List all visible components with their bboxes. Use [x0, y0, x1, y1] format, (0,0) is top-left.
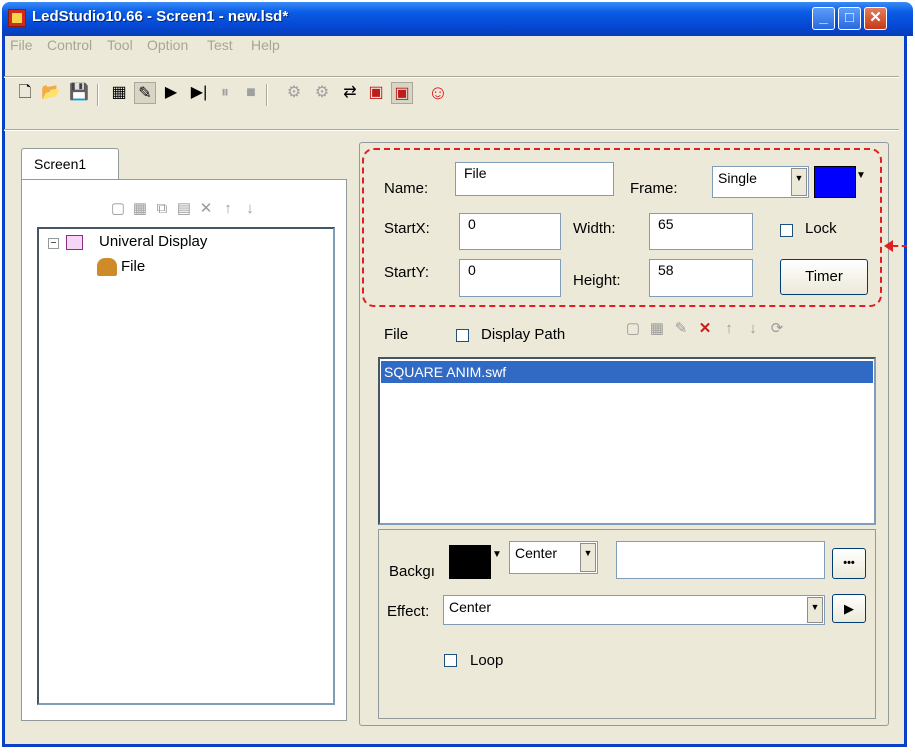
startx-field[interactable]: 0 [459, 213, 561, 250]
toolbar-separator [266, 84, 268, 106]
add-item-icon[interactable]: ▦ [645, 319, 669, 337]
frame-color-picker[interactable] [814, 166, 856, 198]
align-value: Center [515, 545, 558, 561]
effect-label: Effect: [387, 603, 430, 620]
chevron-down-icon[interactable]: ▼ [791, 168, 807, 196]
file-section-label: File [384, 326, 409, 343]
chevron-down-icon[interactable]: ▼ [580, 543, 596, 572]
timer-button[interactable]: Timer [780, 259, 868, 295]
effect-select[interactable]: Center ▼ [443, 595, 825, 625]
name-label: Name: [384, 180, 429, 197]
smiley-icon[interactable]: ☺ [427, 82, 449, 104]
delete-icon[interactable]: ✕ [693, 319, 717, 337]
menu-tool[interactable]: Tool [107, 37, 133, 53]
new-item-icon[interactable]: ▢ [107, 199, 129, 217]
tree-item-file-label: File [121, 258, 146, 275]
toolbar-separator [97, 84, 99, 106]
menu-test[interactable]: Test [207, 37, 233, 53]
loop-checkbox[interactable] [444, 654, 457, 667]
align-select[interactable]: Center ▼ [509, 541, 598, 574]
chevron-down-icon[interactable]: ▼ [492, 549, 502, 560]
background-label: Backgı [389, 563, 435, 580]
menu-option[interactable]: Option [147, 37, 188, 53]
display-path-checkbox[interactable] [456, 329, 469, 342]
new-file-icon[interactable]: 🗋 [14, 82, 36, 104]
title-bar: LedStudio10.66 - Screen1 - new.lsd* _ □ … [2, 2, 913, 36]
background-file-field[interactable] [616, 541, 825, 579]
menu-control[interactable]: Control [47, 37, 92, 53]
play-icon[interactable]: ▶ [160, 82, 182, 104]
open-folder-icon[interactable]: 📂 [40, 82, 62, 104]
save-icon[interactable]: 💾 [68, 82, 90, 104]
connect-icon[interactable]: ⚙ [283, 82, 305, 104]
network-icon[interactable]: ⇄ [339, 82, 361, 104]
display-path-label: Display Path [481, 326, 566, 343]
browse-button[interactable]: ••• [832, 548, 866, 579]
loop-label: Loop [470, 652, 504, 669]
step-play-icon[interactable]: ▶| [188, 82, 210, 104]
add-item-icon[interactable]: ▦ [129, 199, 151, 217]
disconnect-icon[interactable]: ⚙ [311, 82, 333, 104]
file-toolbar: ▢ ▦ ✎ ✕ ↑ ↓ ⟳ [621, 319, 789, 337]
send-icon[interactable]: ▣ [365, 82, 387, 104]
move-up-icon[interactable]: ↑ [717, 320, 741, 337]
refresh-icon[interactable]: ⟳ [765, 319, 789, 337]
starty-label: StartY: [384, 264, 430, 281]
new-item-icon[interactable]: ▢ [621, 319, 645, 337]
arrow-line [893, 245, 907, 247]
list-item[interactable]: SQUARE ANIM.swf [381, 361, 873, 383]
main-toolbar: 🗋 📂 💾 ▦ ✎ ▶ ▶| ⏸ ■ ⚙ ⚙ ⇄ ▣ ▣ ☺ [0, 82, 915, 122]
tree-toolbar: ▢ ▦ ⧉ ▤ ✕ ↑ ↓ [107, 199, 261, 217]
startx-label: StartX: [384, 220, 430, 237]
lock-checkbox[interactable] [780, 224, 793, 237]
move-down-icon[interactable]: ↓ [239, 200, 261, 217]
maximize-icon[interactable]: □ [838, 7, 861, 30]
width-field[interactable]: 65 [649, 213, 753, 250]
menu-file[interactable]: File [10, 37, 33, 53]
screen-window-icon[interactable]: ▦ [108, 82, 130, 104]
height-label: Height: [573, 272, 621, 289]
tree-item-universal-display[interactable]: Univeral Display [99, 233, 207, 250]
program-tree[interactable]: − Univeral Display File [37, 227, 335, 705]
play-effect-button[interactable]: ▶ [832, 594, 866, 623]
frame-select[interactable]: Single ▼ [712, 166, 809, 198]
tab-screen1[interactable]: Screen1 [21, 148, 119, 180]
effect-value: Center [449, 599, 492, 615]
menu-divider [4, 76, 899, 78]
window-title: LedStudio10.66 - Screen1 - new.lsd* [32, 8, 289, 25]
move-down-icon[interactable]: ↓ [741, 320, 765, 337]
copy-icon[interactable]: ⧉ [151, 200, 173, 217]
file-list[interactable]: SQUARE ANIM.swf [378, 357, 876, 525]
name-field[interactable]: File [455, 162, 614, 196]
lock-label: Lock [805, 220, 837, 237]
move-up-icon[interactable]: ↑ [217, 200, 239, 217]
width-label: Width: [573, 220, 616, 237]
menu-bar: File Control Tool Option Test Help [0, 34, 915, 56]
paste-icon[interactable]: ▤ [173, 199, 195, 217]
frame-value: Single [718, 170, 757, 186]
chevron-down-icon[interactable]: ▼ [856, 170, 866, 181]
pause-icon[interactable]: ⏸ [214, 82, 236, 104]
edit-window-icon[interactable]: ✎ [134, 82, 156, 104]
display-icon [66, 235, 83, 250]
edit-icon[interactable]: ✎ [669, 319, 693, 337]
minimize-icon[interactable]: _ [812, 7, 835, 30]
collapse-icon[interactable]: − [48, 238, 59, 249]
height-field[interactable]: 58 [649, 259, 753, 297]
starty-field[interactable]: 0 [459, 259, 561, 297]
app-icon [8, 9, 26, 27]
menu-help[interactable]: Help [251, 37, 280, 53]
chevron-down-icon[interactable]: ▼ [807, 597, 823, 623]
arrow-icon [884, 240, 893, 252]
receive-icon[interactable]: ▣ [391, 82, 413, 104]
stop-icon[interactable]: ■ [240, 82, 262, 104]
close-icon[interactable]: ✕ [864, 7, 887, 30]
file-window-icon [97, 258, 117, 276]
delete-icon[interactable]: ✕ [195, 199, 217, 217]
frame-label: Frame: [630, 180, 678, 197]
toolbar-divider [4, 129, 899, 131]
background-color-picker[interactable] [449, 545, 491, 579]
